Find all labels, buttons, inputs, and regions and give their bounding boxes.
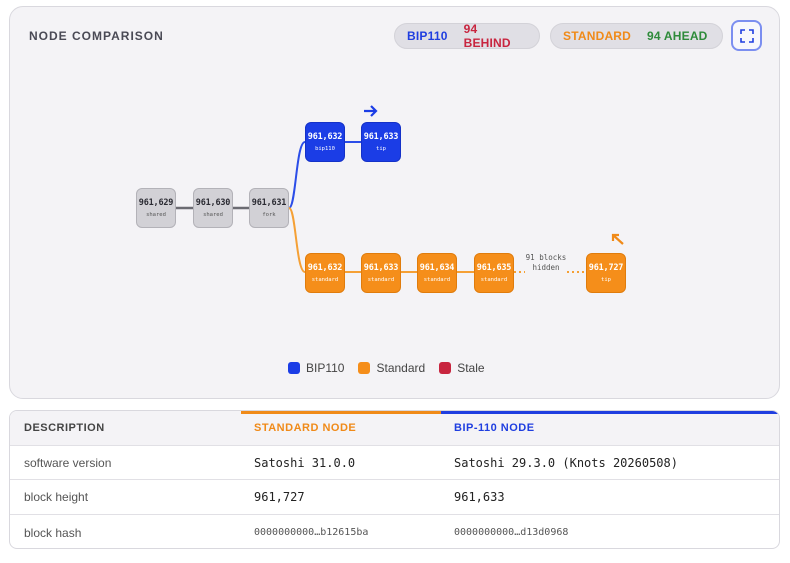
block-height: 961,631: [251, 198, 287, 208]
standard-tip-arrow-icon: [611, 233, 624, 245]
bip110-value: 961,633: [454, 490, 505, 504]
block-height: 961,634: [419, 263, 455, 273]
column-header-description: DESCRIPTION: [24, 422, 105, 434]
column-header-bip110: BIP-110 NODE: [454, 422, 535, 434]
block-node-standard[interactable]: 961,632 standard: [305, 253, 345, 293]
hidden-blocks-text: hidden: [532, 263, 560, 272]
standard-value: 961,727: [254, 490, 305, 504]
block-tag: bip110: [315, 146, 335, 152]
bip110-value: Satoshi 29.3.0 (Knots 20260508): [454, 455, 678, 470]
legend-swatch: [288, 362, 300, 374]
hidden-blocks-label: 91 blocks hidden: [525, 253, 567, 273]
block-height: 961,727: [588, 263, 624, 273]
block-tag: fork: [262, 212, 276, 218]
block-tag: tip: [601, 277, 611, 283]
block-node-standard[interactable]: 961,635 standard: [474, 253, 514, 293]
bip110-value: 0000000000…d13d0968: [454, 527, 569, 538]
block-height: 961,632: [307, 263, 343, 273]
legend-item-standard: Standard: [358, 361, 425, 375]
table-row: block hash 0000000000…b12615ba 000000000…: [10, 515, 779, 548]
block-node-standard-tip[interactable]: 961,727 tip: [586, 253, 626, 293]
hidden-blocks-count: 91 blocks: [525, 253, 567, 262]
block-height: 961,635: [476, 263, 512, 273]
row-label: block hash: [24, 525, 82, 540]
block-tag: shared: [146, 212, 166, 218]
row-label: software version: [24, 455, 112, 470]
table-row: block height 961,727 961,633: [10, 480, 779, 515]
legend-swatch: [439, 362, 452, 374]
legend-item-stale: Stale: [439, 361, 485, 375]
block-height: 961,632: [307, 132, 343, 142]
chain-connectors: [176, 141, 586, 273]
column-header-standard: STANDARD NODE: [254, 422, 357, 434]
table-header-row: DESCRIPTION STANDARD NODE BIP-110 NODE: [10, 411, 779, 446]
block-height: 961,630: [195, 198, 231, 208]
chain-legend: BIP110 Standard Stale: [288, 361, 485, 375]
block-tag: standard: [480, 277, 508, 283]
row-label: block height: [24, 490, 89, 504]
legend-item-bip110: BIP110: [288, 361, 344, 375]
table-row: software version Satoshi 31.0.0 Satoshi …: [10, 446, 779, 480]
block-height: 961,633: [363, 263, 399, 273]
standard-value: 0000000000…b12615ba: [254, 527, 369, 538]
block-node-shared[interactable]: 961,630 shared: [193, 188, 233, 228]
legend-label: Standard: [376, 361, 426, 375]
standard-value: Satoshi 31.0.0: [254, 455, 356, 470]
legend-label: Stale: [457, 361, 485, 375]
block-node-bip110-tip[interactable]: 961,633 tip: [361, 122, 401, 162]
block-node-shared[interactable]: 961,629 shared: [136, 188, 176, 228]
block-height: 961,629: [138, 198, 174, 208]
block-tag: standard: [367, 277, 395, 283]
block-node-bip110[interactable]: 961,632 bip110: [305, 122, 345, 162]
block-node-standard[interactable]: 961,634 standard: [417, 253, 457, 293]
block-tag: shared: [203, 212, 223, 218]
block-node-fork[interactable]: 961,631 fork: [249, 188, 289, 228]
block-tag: standard: [423, 277, 451, 283]
block-tag: standard: [311, 277, 339, 283]
block-node-standard[interactable]: 961,633 standard: [361, 253, 401, 293]
comparison-table: DESCRIPTION STANDARD NODE BIP-110 NODE s…: [9, 410, 780, 549]
block-height: 961,633: [363, 132, 399, 142]
legend-swatch: [358, 362, 371, 374]
block-tag: tip: [376, 146, 386, 152]
legend-label: BIP110: [306, 361, 345, 375]
bip110-tip-arrow-icon: [364, 105, 378, 117]
